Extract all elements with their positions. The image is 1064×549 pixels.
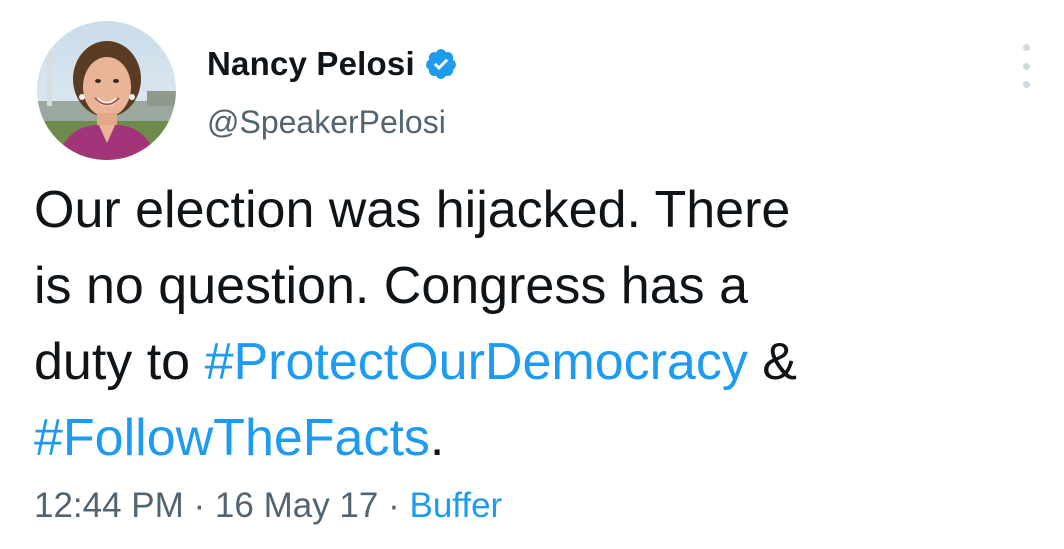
author-name-row: Nancy Pelosi: [207, 44, 458, 84]
tweet-time[interactable]: 12:44 PM: [34, 486, 184, 525]
tweet-text-fragment: &: [747, 333, 797, 391]
more-options-icon[interactable]: [1014, 44, 1038, 88]
tweet-text-fragment: .: [429, 409, 445, 467]
more-dot: [1022, 62, 1030, 70]
tweet-text: Our election was hijacked. There is no q…: [34, 172, 994, 476]
tweet-line: Our election was hijacked. There: [34, 181, 791, 239]
hashtag-link[interactable]: #ProtectOurDemocracy: [205, 333, 748, 391]
tweet-line: is no question. Congress has a: [34, 257, 748, 315]
more-dot: [1022, 44, 1030, 51]
hashtag-link[interactable]: #FollowTheFacts: [34, 409, 430, 467]
meta-separator: ·: [183, 486, 215, 525]
verified-badge-icon: [424, 47, 458, 81]
tweet-card: Nancy Pelosi @SpeakerPelosi Our election…: [0, 0, 1064, 549]
tweet-line: #FollowTheFacts.: [34, 400, 994, 476]
tweet-line: duty to #ProtectOurDemocracy &: [34, 324, 994, 400]
meta-separator: ·: [378, 486, 410, 525]
avatar-photo: [37, 21, 176, 160]
display-name[interactable]: Nancy Pelosi: [207, 45, 415, 83]
author-handle[interactable]: @SpeakerPelosi: [207, 104, 446, 141]
more-dot: [1022, 81, 1030, 88]
tweet-source-link[interactable]: Buffer: [409, 486, 502, 525]
tweet-meta: 12:44 PM · 16 May 17 · Buffer: [34, 486, 502, 526]
tweet-date[interactable]: 16 May 17: [215, 486, 378, 525]
tweet-text-fragment: duty to: [34, 333, 205, 391]
avatar[interactable]: [37, 21, 176, 160]
